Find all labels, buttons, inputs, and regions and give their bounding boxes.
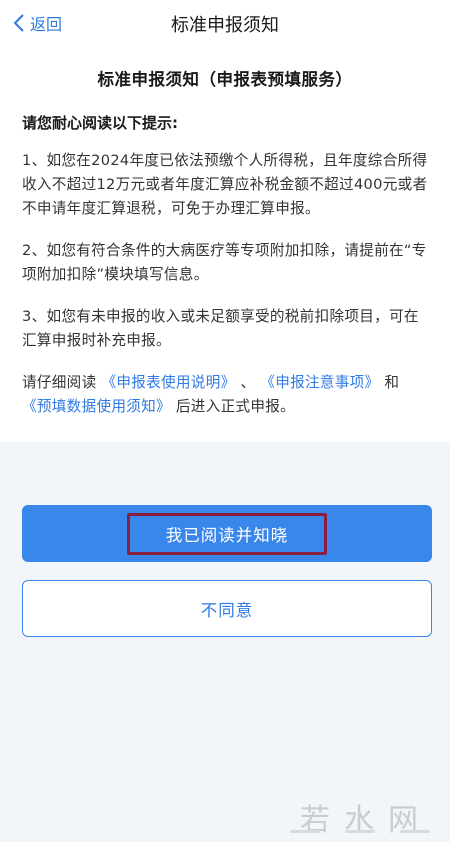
instruction-suffix: 后进入正式申报。 (175, 398, 296, 415)
link-prefill-data-notice[interactable]: 《预填数据使用须知》 (22, 398, 171, 415)
page-title: 标准申报须知 (171, 15, 279, 36)
notice-content: 标准申报须知（申报表预填服务） 请您耐心阅读以下提示: 1、如您在2024年度已… (0, 46, 450, 442)
disagree-button[interactable]: 不同意 (22, 580, 432, 637)
agree-button-label: 我已阅读并知晓 (127, 512, 327, 555)
link-form-instructions[interactable]: 《申报表使用说明》 (101, 374, 235, 391)
notice-item-2: 2、如您有符合条件的大病医疗等专项附加扣除，请提前在“专项附加扣除”模块填写信息… (22, 242, 427, 283)
instruction-prefix: 请仔细阅读 (22, 374, 97, 391)
conjunction: 和 (384, 374, 400, 391)
link-filing-notes[interactable]: 《申报注意事项》 (260, 374, 379, 391)
document-title: 标准申报须知（申报表预填服务） (97, 70, 353, 89)
page: 返回 标准申报须知 标准申报须知（申报表预填服务） 请您耐心阅读以下提示: 1、… (0, 0, 450, 842)
reading-instruction: 请仔细阅读 《申报表使用说明》 、 《申报注意事项》 和 《预填数据使用须知》 … (22, 371, 428, 419)
notice-item-3: 3、如您有未申报的收入或未足额享受的税前扣除项目，可在汇算申报时补充申报。 (22, 308, 419, 349)
notice-item-1: 1、如您在2024年度已依法预缴个人所得税，且年度综合所得收入不超过12万元或者… (22, 152, 428, 217)
tips-heading: 请您耐心阅读以下提示: (22, 114, 178, 132)
separator: 、 (240, 374, 256, 391)
watermark-decoration (290, 830, 430, 836)
nav-bar: 返回 标准申报须知 (0, 0, 450, 46)
agree-button[interactable]: 我已阅读并知晓 (22, 505, 432, 562)
